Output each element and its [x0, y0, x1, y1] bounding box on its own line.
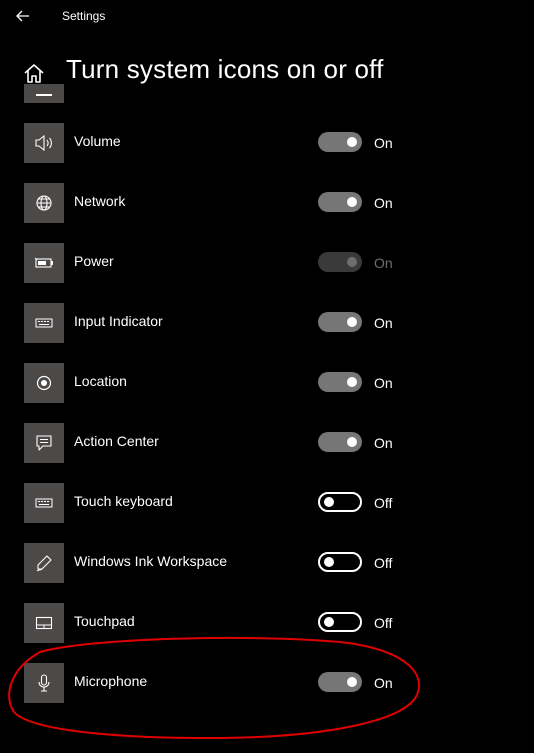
network-icon — [36, 195, 52, 211]
toggle-knob — [347, 257, 357, 267]
icon-tile — [24, 483, 64, 523]
touch-keyboard-icon — [35, 498, 53, 508]
toggle-knob — [347, 377, 357, 387]
icon-tile — [24, 243, 64, 283]
action-center-toggle[interactable] — [318, 432, 362, 452]
scrolled-icon-tile — [24, 84, 64, 103]
setting-row-windows-ink-workspace: Windows Ink Workspace Off — [0, 540, 534, 600]
icon-tile — [24, 363, 64, 403]
keyboard-icon — [35, 318, 53, 328]
touch-keyboard-toggle[interactable] — [318, 492, 362, 512]
toggle-knob — [347, 437, 357, 447]
icon-tile — [24, 543, 64, 583]
home-icon — [24, 64, 44, 83]
icon-tile — [24, 423, 64, 463]
power-toggle — [318, 252, 362, 272]
setting-row-input-indicator: Input Indicator On — [0, 300, 534, 360]
setting-label: Microphone — [74, 673, 148, 689]
windows-ink-workspace-toggle[interactable] — [318, 552, 362, 572]
page-title: Turn system icons on or off — [66, 54, 384, 84]
setting-row-microphone: Microphone On — [0, 660, 534, 720]
battery-icon — [34, 257, 53, 268]
icon-tile — [24, 123, 64, 163]
toggle-knob — [324, 557, 334, 567]
setting-label: Power — [74, 253, 114, 269]
setting-row-power: Power On — [0, 240, 534, 300]
location-toggle[interactable] — [318, 372, 362, 392]
setting-label: Windows Ink Workspace — [74, 553, 228, 569]
input-indicator-toggle[interactable] — [318, 312, 362, 332]
scrolled-item-icon — [36, 94, 52, 96]
volume-icon — [35, 135, 52, 151]
toggle-state-text: On — [374, 435, 393, 451]
microphone-icon — [38, 674, 50, 692]
back-arrow-icon — [16, 10, 29, 22]
icon-tile — [24, 183, 64, 223]
setting-row-volume: Volume On — [0, 120, 534, 180]
setting-row-location: Location On — [0, 360, 534, 420]
setting-label: Volume — [74, 133, 121, 149]
toggle-knob — [324, 497, 334, 507]
pen-icon — [36, 555, 52, 572]
setting-label: Action Center — [74, 433, 159, 449]
icon-tile — [24, 603, 64, 643]
microphone-toggle[interactable] — [318, 672, 362, 692]
home-button[interactable] — [20, 59, 48, 87]
app-title: Settings — [62, 9, 106, 23]
back-button[interactable] — [10, 5, 36, 27]
toggle-state-text: On — [374, 375, 393, 391]
setting-label: Input Indicator — [74, 313, 163, 329]
toggle-state-text: On — [374, 135, 393, 151]
toggle-knob — [347, 137, 357, 147]
volume-toggle[interactable] — [318, 132, 362, 152]
setting-row-action-center: Action Center On — [0, 420, 534, 480]
toggle-state-text: On — [374, 255, 393, 271]
title-bar: Settings — [0, 0, 534, 32]
touchpad-icon — [35, 616, 53, 630]
touchpad-toggle[interactable] — [318, 612, 362, 632]
location-icon — [36, 375, 52, 391]
setting-label: Touch keyboard — [74, 493, 173, 509]
network-toggle[interactable] — [318, 192, 362, 212]
toggle-state-text: Off — [374, 615, 393, 631]
setting-label: Touchpad — [74, 613, 135, 629]
toggle-knob — [347, 677, 357, 687]
action-center-icon — [36, 435, 52, 451]
toggle-state-text: On — [374, 195, 393, 211]
setting-row-network: Network On — [0, 180, 534, 240]
toggle-state-text: On — [374, 675, 393, 691]
toggle-state-text: Off — [374, 495, 393, 511]
setting-row-touchpad: Touchpad Off — [0, 600, 534, 660]
toggle-state-text: Off — [374, 555, 393, 571]
icon-tile — [24, 663, 64, 703]
toggle-state-text: On — [374, 315, 393, 331]
toggle-knob — [324, 617, 334, 627]
setting-label: Location — [74, 373, 127, 389]
toggle-knob — [347, 317, 357, 327]
icon-tile — [24, 303, 64, 343]
toggle-knob — [347, 197, 357, 207]
setting-label: Network — [74, 193, 126, 209]
setting-row-touch-keyboard: Touch keyboard Off — [0, 480, 534, 540]
